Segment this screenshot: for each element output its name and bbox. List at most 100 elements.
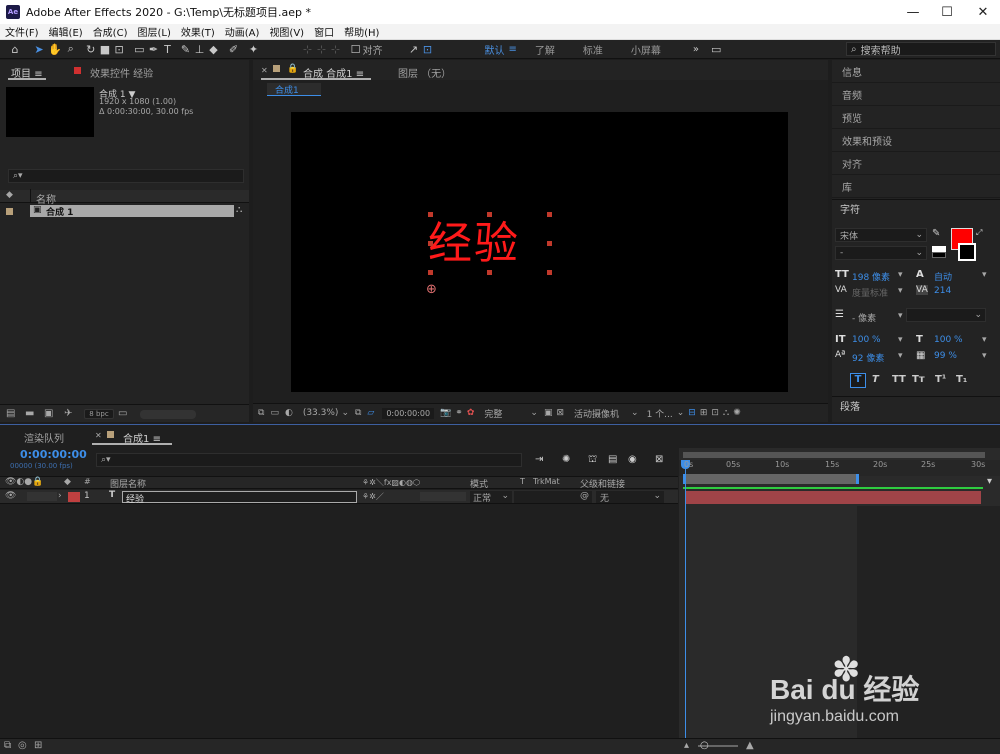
switch-cells[interactable]	[420, 492, 466, 501]
time-graph[interactable]: ▾	[679, 448, 1000, 754]
show-snapshot-icon[interactable]: ⚭	[455, 408, 463, 418]
mode-header[interactable]: 模式	[470, 477, 488, 490]
comp-flowchart-icon[interactable]: ⊡	[711, 408, 719, 418]
superscript-button[interactable]: T¹	[935, 374, 946, 385]
draft-3d-icon[interactable]: ✺	[562, 454, 570, 465]
maximize-button[interactable]: ☐	[930, 0, 964, 24]
align-panel[interactable]: 对齐	[832, 152, 1000, 175]
roto-brush-tool-icon[interactable]: ✐	[227, 41, 241, 58]
rotate-tool-icon[interactable]: ↻	[84, 41, 98, 58]
timecode-display[interactable]: 0:00:00:00	[20, 448, 87, 461]
subscript-button[interactable]: T₁	[956, 374, 967, 385]
chevron-down-icon[interactable]: ▾	[898, 351, 903, 361]
composition-canvas[interactable]: 经验 ⊕	[291, 112, 788, 392]
menu-animation[interactable]: 动画(A)	[220, 24, 265, 39]
selection-tool-icon[interactable]: ➤	[32, 41, 46, 58]
chevron-down-icon[interactable]: ▾	[982, 270, 987, 280]
parent-select[interactable]: 无 ⌄	[596, 491, 664, 504]
swap-colors-icon[interactable]: ⤢	[976, 228, 982, 238]
more-workspaces-button[interactable]: »	[693, 44, 699, 55]
chevron-down-icon[interactable]: ▾	[898, 335, 903, 345]
layer-tab[interactable]: 图层 （无）	[398, 65, 451, 80]
menu-composition[interactable]: 合成(C)	[88, 24, 133, 39]
workspace-small-screen[interactable]: 小屏幕	[621, 42, 671, 57]
menu-edit[interactable]: 编辑(E)	[44, 24, 88, 39]
blend-mode-select[interactable]: 正常 ⌄	[470, 491, 512, 504]
workspace-menu-icon[interactable]: ≡	[509, 44, 517, 55]
new-comp-icon[interactable]: ▣	[44, 408, 53, 419]
current-time[interactable]: 0:00:00:00	[382, 407, 435, 419]
type-tool-icon[interactable]: T	[161, 41, 175, 58]
menu-file[interactable]: 文件(F)	[0, 24, 44, 39]
all-caps-button[interactable]: TT	[892, 374, 906, 385]
menu-window[interactable]: 窗口	[309, 24, 339, 39]
render-time-icon[interactable]: ⊞	[34, 740, 42, 751]
stroke-style-select[interactable]: ⌄	[906, 308, 986, 322]
bounding-handle[interactable]	[487, 212, 492, 217]
character-panel-title[interactable]: 字符	[832, 199, 1000, 221]
reset-exposure-icon[interactable]: ✺	[733, 408, 741, 418]
keyboard-shortcut-icon[interactable]: ▭	[709, 41, 723, 58]
vertical-scale-value[interactable]: 100 %	[852, 335, 881, 345]
baseline-shift-value[interactable]: 92 像素	[852, 351, 884, 364]
monitor-icon[interactable]: ▭	[270, 408, 279, 418]
mask-icon[interactable]: ◐	[285, 408, 293, 418]
time-navigator[interactable]	[683, 452, 985, 458]
menu-effect[interactable]: 效果(T)	[176, 24, 220, 39]
label-tag-icon[interactable]: ◆	[6, 190, 13, 200]
world-axis-icon[interactable]: ⊹	[315, 41, 329, 58]
view-axis-icon[interactable]: ⊹	[329, 41, 343, 58]
expand-chevron-icon[interactable]: ›	[58, 491, 62, 501]
bounding-handle[interactable]	[428, 241, 433, 246]
menu-layer[interactable]: 图层(L)	[132, 24, 175, 39]
layer-label-swatch[interactable]	[68, 492, 80, 502]
zoom-in-icon[interactable]: ▲	[746, 740, 754, 751]
view-layout-select[interactable]: 1 个...	[647, 407, 673, 420]
layer-duration-bar[interactable]	[685, 491, 981, 504]
workspace-learn[interactable]: 了解	[525, 42, 565, 57]
kerning-value[interactable]: 度量标准	[852, 286, 888, 299]
layer-name-field[interactable]: 经验	[122, 491, 357, 505]
camera-tool-icon[interactable]: ■	[98, 41, 112, 58]
snapshot-icon[interactable]: 📷	[440, 408, 451, 418]
snap-edges-icon[interactable]: ↗	[407, 41, 421, 58]
workspace-standard[interactable]: 标准	[573, 42, 613, 57]
faux-italic-button[interactable]: T	[872, 374, 879, 385]
anchor-point-icon[interactable]: ⊕	[426, 282, 437, 297]
home-icon[interactable]: ⌂	[8, 41, 22, 58]
video-visibility-icon[interactable]: 👁	[5, 491, 16, 501]
zoom-slider-handle[interactable]: ○	[700, 740, 709, 751]
bounding-handle[interactable]	[428, 270, 433, 275]
transparency-grid-icon[interactable]: ⊠	[556, 408, 564, 418]
minimize-button[interactable]: —	[896, 0, 930, 24]
eyedropper-icon[interactable]: ✎	[932, 228, 940, 239]
bounding-handle[interactable]	[487, 270, 492, 275]
chevron-down-icon[interactable]: ⌄	[631, 408, 639, 418]
table-row[interactable]: 👁 › 1 T 经验 ⚘✲／ 正常 ⌄ @ 无 ⌄	[0, 490, 678, 505]
horizontal-scale-value[interactable]: 100 %	[934, 335, 963, 345]
flowchart-icon[interactable]: ⛬	[236, 205, 242, 215]
small-caps-button[interactable]: Tт	[912, 374, 925, 385]
comp-mini-flowchart-icon[interactable]: ⇥	[535, 454, 543, 465]
parent-header[interactable]: 父级和链接	[580, 477, 625, 490]
layer-switches-icons[interactable]: ⚘✲／	[362, 491, 384, 502]
zoom-level[interactable]: (33.3%)	[303, 408, 339, 418]
effects-presets-panel[interactable]: 效果和预设	[832, 129, 1000, 152]
chevron-down-icon[interactable]: ⌄	[530, 408, 538, 418]
close-tab-icon[interactable]: ✕	[261, 66, 268, 75]
puppet-tool-icon[interactable]: ✦	[247, 41, 261, 58]
list-item[interactable]: ▣ 合成 1 ⛬	[0, 204, 249, 218]
stroke-color-swatch[interactable]	[958, 243, 976, 261]
audio-panel[interactable]: 音频	[832, 83, 1000, 106]
zoom-out-icon[interactable]: ▴	[684, 740, 689, 751]
bit-depth-button[interactable]: 8 bpc	[84, 409, 114, 419]
rectangle-tool-icon[interactable]: ▭	[132, 41, 146, 58]
camera-select[interactable]: 活动摄像机	[574, 407, 619, 420]
bounding-handle[interactable]	[547, 270, 552, 275]
label-tag-icon[interactable]: ◆	[64, 477, 71, 487]
work-area-bar[interactable]	[683, 474, 859, 484]
faux-bold-button[interactable]: T	[850, 373, 866, 388]
clone-stamp-tool-icon[interactable]: ⊥	[193, 41, 207, 58]
chevron-down-icon[interactable]: ⌄	[677, 408, 685, 418]
libraries-panel[interactable]: 库	[832, 175, 1000, 198]
